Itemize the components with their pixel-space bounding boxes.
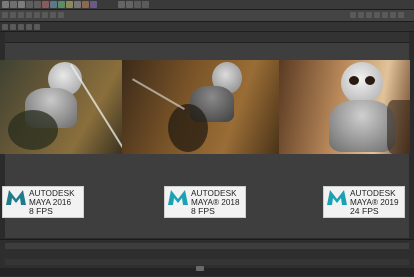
bicycle-shape bbox=[168, 104, 208, 152]
shelf-button[interactable] bbox=[50, 12, 56, 18]
shadow-shape bbox=[387, 100, 410, 154]
shaft-line bbox=[70, 63, 122, 154]
shelf-button[interactable] bbox=[58, 12, 64, 18]
lighting-icon[interactable] bbox=[34, 24, 40, 30]
redo-icon[interactable] bbox=[34, 1, 41, 8]
panel-layout-buttons bbox=[350, 12, 405, 18]
status-line-toolbar bbox=[0, 0, 414, 10]
label-card-2019: AUTODESK MAYA® 2019 24 FPS bbox=[323, 186, 405, 218]
shelf-button[interactable] bbox=[34, 12, 40, 18]
range-slider[interactable] bbox=[5, 259, 409, 265]
tool-icon[interactable] bbox=[142, 1, 149, 8]
maya-logo-icon bbox=[327, 190, 347, 205]
layout-button[interactable] bbox=[382, 12, 388, 18]
undo-icon[interactable] bbox=[26, 1, 33, 8]
playback-controls[interactable] bbox=[196, 266, 204, 271]
scale-icon[interactable] bbox=[66, 1, 73, 8]
eye-socket-right bbox=[365, 76, 375, 85]
layout-button[interactable] bbox=[374, 12, 380, 18]
layout-button[interactable] bbox=[366, 12, 372, 18]
wireframe-icon[interactable] bbox=[18, 24, 24, 30]
frame-maya-2018 bbox=[122, 60, 279, 154]
snap-icon[interactable] bbox=[74, 1, 81, 8]
fps-text: 8 FPS bbox=[191, 206, 215, 216]
maya-logo-icon bbox=[6, 190, 26, 205]
camera-icon[interactable] bbox=[2, 24, 8, 30]
grid-icon[interactable] bbox=[10, 24, 16, 30]
viewport-header bbox=[5, 32, 409, 43]
shelf-button[interactable] bbox=[26, 12, 32, 18]
shelf-buttons bbox=[2, 12, 65, 18]
viewport-menu-bar bbox=[0, 22, 414, 32]
viewport-icons bbox=[2, 24, 41, 30]
fps-text: 8 FPS bbox=[29, 206, 53, 216]
layout-button[interactable] bbox=[350, 12, 356, 18]
character-skull bbox=[341, 62, 383, 104]
save-icon[interactable] bbox=[18, 1, 25, 8]
move-icon[interactable] bbox=[50, 1, 57, 8]
select-icon[interactable] bbox=[42, 1, 49, 8]
shaft-line bbox=[132, 78, 185, 110]
shelf-button[interactable] bbox=[10, 12, 16, 18]
bicycle-shape bbox=[8, 110, 58, 150]
open-icon[interactable] bbox=[10, 1, 17, 8]
render-icon[interactable] bbox=[82, 1, 89, 8]
fps-text: 24 FPS bbox=[350, 206, 379, 216]
maya-app-window: AUTODESK MAYA 2016 8 FPS AUTODESK MAYA® … bbox=[0, 0, 414, 277]
tool-icon[interactable] bbox=[126, 1, 133, 8]
maya-logo-icon bbox=[168, 190, 188, 205]
shaded-icon[interactable] bbox=[26, 24, 32, 30]
shelf-button[interactable] bbox=[42, 12, 48, 18]
shelf-button[interactable] bbox=[18, 12, 24, 18]
label-card-2018: AUTODESK MAYA® 2018 8 FPS bbox=[164, 186, 246, 218]
brand-text: AUTODESK bbox=[191, 189, 237, 198]
shelf-toolbar bbox=[0, 10, 414, 22]
label-card-2016: AUTODESK MAYA 2016 8 FPS bbox=[2, 186, 84, 218]
ipr-icon[interactable] bbox=[90, 1, 97, 8]
character-body bbox=[329, 100, 395, 152]
shelf-icons-right bbox=[118, 1, 149, 8]
brand-text: AUTODESK bbox=[29, 189, 75, 198]
file-icon[interactable] bbox=[2, 1, 9, 8]
command-line[interactable] bbox=[0, 268, 414, 276]
tool-icon[interactable] bbox=[134, 1, 141, 8]
layout-button[interactable] bbox=[358, 12, 364, 18]
shelf-button[interactable] bbox=[2, 12, 8, 18]
layout-button[interactable] bbox=[390, 12, 396, 18]
tool-icon[interactable] bbox=[118, 1, 125, 8]
brand-text: AUTODESK bbox=[350, 189, 396, 198]
shelf-icons-left bbox=[2, 1, 97, 8]
rotate-icon[interactable] bbox=[58, 1, 65, 8]
frame-maya-2016 bbox=[0, 60, 122, 154]
frame-maya-2019 bbox=[279, 60, 410, 154]
time-slider[interactable] bbox=[5, 243, 409, 249]
eye-socket-left bbox=[349, 76, 359, 85]
layout-button[interactable] bbox=[398, 12, 404, 18]
